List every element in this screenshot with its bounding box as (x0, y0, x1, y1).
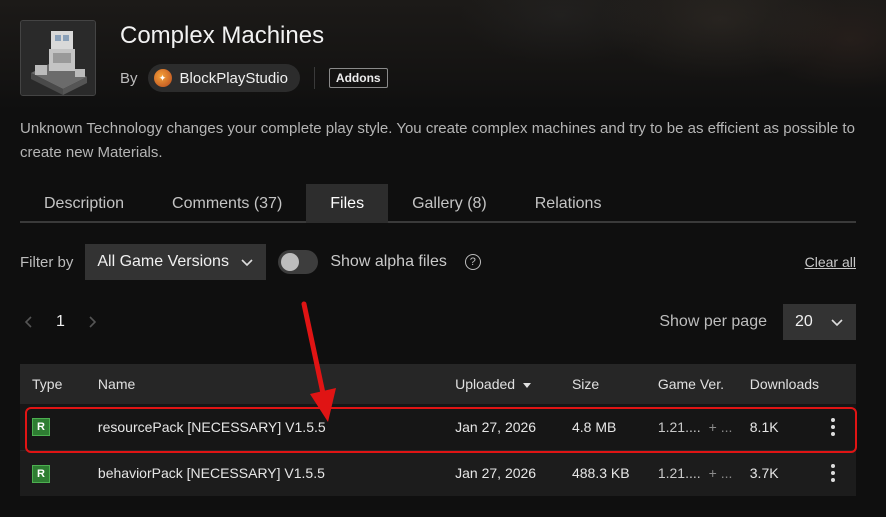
tab-relations[interactable]: Relations (511, 184, 626, 223)
project-banner (0, 0, 886, 110)
project-tabs: Description Comments (37) Files Gallery … (20, 184, 856, 223)
game-version-more[interactable]: + ... (709, 465, 733, 481)
tab-gallery[interactable]: Gallery (8) (388, 184, 511, 223)
file-downloads: 8.1K (737, 404, 820, 450)
file-game-version: 1.21.... + ... (645, 449, 738, 496)
clear-all-link[interactable]: Clear all (805, 254, 856, 270)
file-size: 488.3 KB (559, 449, 646, 496)
filter-bar: Filter by All Game Versions Show alpha f… (20, 244, 856, 280)
project-description: Unknown Technology changes your complete… (20, 120, 855, 161)
author-link[interactable]: ✦ BlockPlayStudio (147, 64, 300, 92)
help-icon[interactable]: ? (464, 254, 481, 270)
col-downloads[interactable]: Downloads (737, 364, 820, 404)
alpha-files-label: Show alpha files (330, 253, 447, 270)
filter-label: Filter by (20, 253, 74, 271)
author-avatar: ✦ (153, 69, 172, 87)
more-options-icon[interactable] (831, 464, 836, 483)
table-header: Type Name Uploaded Size Game Ver. Downlo… (20, 364, 856, 404)
release-badge: R (32, 418, 50, 437)
next-page-icon[interactable] (85, 314, 101, 330)
per-page-select[interactable]: 20 (783, 304, 856, 340)
pagination-bar: 1 Show per page 20 (20, 304, 856, 340)
chevron-down-icon (831, 319, 843, 327)
machine-icon (21, 21, 95, 95)
file-downloads: 3.7K (737, 449, 820, 496)
tab-files[interactable]: Files (306, 184, 389, 223)
col-game-version[interactable]: Game Ver. (645, 364, 738, 404)
files-table: Type Name Uploaded Size Game Ver. Downlo… (20, 364, 856, 496)
tab-description[interactable]: Description (20, 184, 148, 223)
game-version-text: 1.21.... (657, 418, 701, 435)
chevron-down-icon (241, 259, 253, 267)
table-row[interactable]: R resourcePack [NECESSARY] V1.5.5 Jan 27… (20, 404, 856, 450)
per-page-label: Show per page (659, 313, 767, 330)
col-type: Type (20, 364, 86, 404)
sort-desc-icon (523, 382, 532, 388)
per-page-value: 20 (795, 313, 813, 330)
toggle-knob (281, 253, 300, 271)
tab-comments[interactable]: Comments (37) (148, 184, 306, 223)
col-actions (819, 364, 856, 404)
more-options-icon[interactable] (831, 417, 836, 436)
col-uploaded-label: Uploaded (455, 376, 516, 392)
game-version-text: 1.21.... (657, 465, 701, 482)
file-name[interactable]: behaviorPack [NECESSARY] V1.5.5 (85, 449, 444, 496)
col-name[interactable]: Name (85, 364, 444, 404)
current-page[interactable]: 1 (56, 313, 65, 331)
file-game-version: 1.21.... + ... (645, 404, 738, 450)
prev-page-icon[interactable] (20, 314, 36, 330)
project-thumbnail (20, 20, 96, 96)
game-version-more[interactable]: + ... (709, 419, 733, 435)
col-size[interactable]: Size (559, 364, 646, 404)
category-tag[interactable]: Addons (328, 68, 388, 88)
file-uploaded: Jan 27, 2026 (443, 404, 560, 450)
file-uploaded: Jan 27, 2026 (443, 449, 560, 496)
project-title: Complex Machines (120, 22, 325, 49)
alpha-files-toggle[interactable] (278, 250, 319, 274)
by-label: By (120, 69, 138, 87)
divider (313, 67, 315, 89)
file-size: 4.8 MB (559, 404, 646, 450)
author-name: BlockPlayStudio (179, 69, 288, 87)
table-row[interactable]: R behaviorPack [NECESSARY] V1.5.5 Jan 27… (20, 449, 856, 496)
game-version-select[interactable]: All Game Versions (85, 244, 267, 280)
col-uploaded[interactable]: Uploaded (443, 364, 560, 404)
release-badge: R (32, 464, 50, 483)
file-name[interactable]: resourcePack [NECESSARY] V1.5.5 (85, 404, 444, 450)
author-row: By ✦ BlockPlayStudio Addons (120, 64, 388, 92)
game-version-value: All Game Versions (97, 253, 229, 270)
